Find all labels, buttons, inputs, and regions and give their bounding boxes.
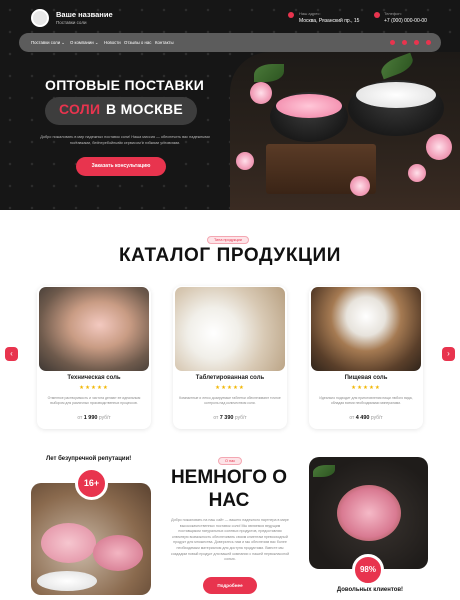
product-description: Идеально подходит для приготовления пищи… [319,396,413,405]
product-description: Компактные и легко дозируемые таблетки о… [179,396,281,405]
product-card[interactable]: Пищевая соль ★★★★★ Идеально подходит для… [309,286,423,429]
social-icon[interactable] [426,40,431,45]
social-icon[interactable] [414,40,419,45]
phone-icon [374,12,380,18]
nav-item-news[interactable]: Новости [104,33,121,52]
address-value: Москва, Рязанский пр., 15 [299,18,360,24]
site-subtitle: Поставки соли [56,20,87,25]
phone-label: Телефон: [384,11,402,16]
years-badge: 16+ [75,467,108,500]
product-card[interactable]: Техническая соль ★★★★★ Отменное раствори… [37,286,151,429]
product-image [175,287,285,371]
nav-item-supplies[interactable]: Поставки соли ⌄ [31,33,65,52]
nav-item-contacts[interactable]: Контакты [155,33,174,52]
hero-title: ОПТОВЫЕ ПОСТАВКИ [45,77,205,93]
about-description: Добро пожаловать на наш сайт — вашего на… [170,518,290,562]
product-rating: ★★★★★ [79,385,109,391]
site-name: Ваше название [56,10,113,19]
product-name: Пищевая соль [344,375,388,381]
clients-badge: 98% [352,554,384,586]
phone-value[interactable]: +7 (000) 000-00-00 [384,18,427,24]
product-card[interactable]: Таблетированная соль ★★★★★ Компактные и … [173,286,287,429]
more-button[interactable]: Подробнее [203,577,257,594]
about-badge: О нас [218,457,243,465]
about-title: НЕМНОГО О НАС [170,467,288,511]
product-rating: ★★★★★ [351,385,381,391]
product-image [39,287,149,371]
location-icon [288,12,294,18]
hero-description: Добро пожаловать в мир надежных поставок… [40,135,210,145]
social-icon[interactable] [390,40,395,45]
product-name: Таблетированная соль [195,375,265,381]
catalog-badge: Типа продукции [207,236,249,244]
social-icon[interactable] [402,40,407,45]
catalog-prev-button[interactable]: ‹ [5,347,18,361]
product-description: Отменное растворимость и чистота делают … [47,396,141,405]
hero-section: Ваше название Поставки соли Наш адрес: М… [0,0,460,210]
product-name: Техническая соль [67,375,121,381]
nav-item-reviews[interactable]: Отзывы о нас [124,33,151,52]
logo[interactable] [31,9,49,27]
hero-salt-photo [230,52,460,210]
consultation-button[interactable]: Заказать консультацию [76,157,166,176]
catalog-next-button[interactable]: › [442,347,455,361]
product-price: от 4 490 руб/т [349,415,383,421]
product-price: от 1 990 руб/т [77,415,111,421]
reputation-title: Лет безупречной репутации! [46,456,132,462]
product-image [311,287,421,371]
nav-item-about[interactable]: О компании ⌄ [70,33,99,52]
product-price: от 7 390 руб/т [213,415,247,421]
address-label: Наш адрес: [299,11,321,16]
hero-title-city: В МОСКВЕ [106,101,184,117]
product-rating: ★★★★★ [215,385,245,391]
hero-title-accent: СОЛИ [59,101,101,117]
clients-title: Довольных клиентов! [336,587,404,593]
clients-photo [309,457,428,569]
main-navbar: Поставки соли ⌄ О компании ⌄ Новости Отз… [19,33,441,52]
catalog-title: КАТАЛОГ ПРОДУКЦИИ [118,245,342,266]
